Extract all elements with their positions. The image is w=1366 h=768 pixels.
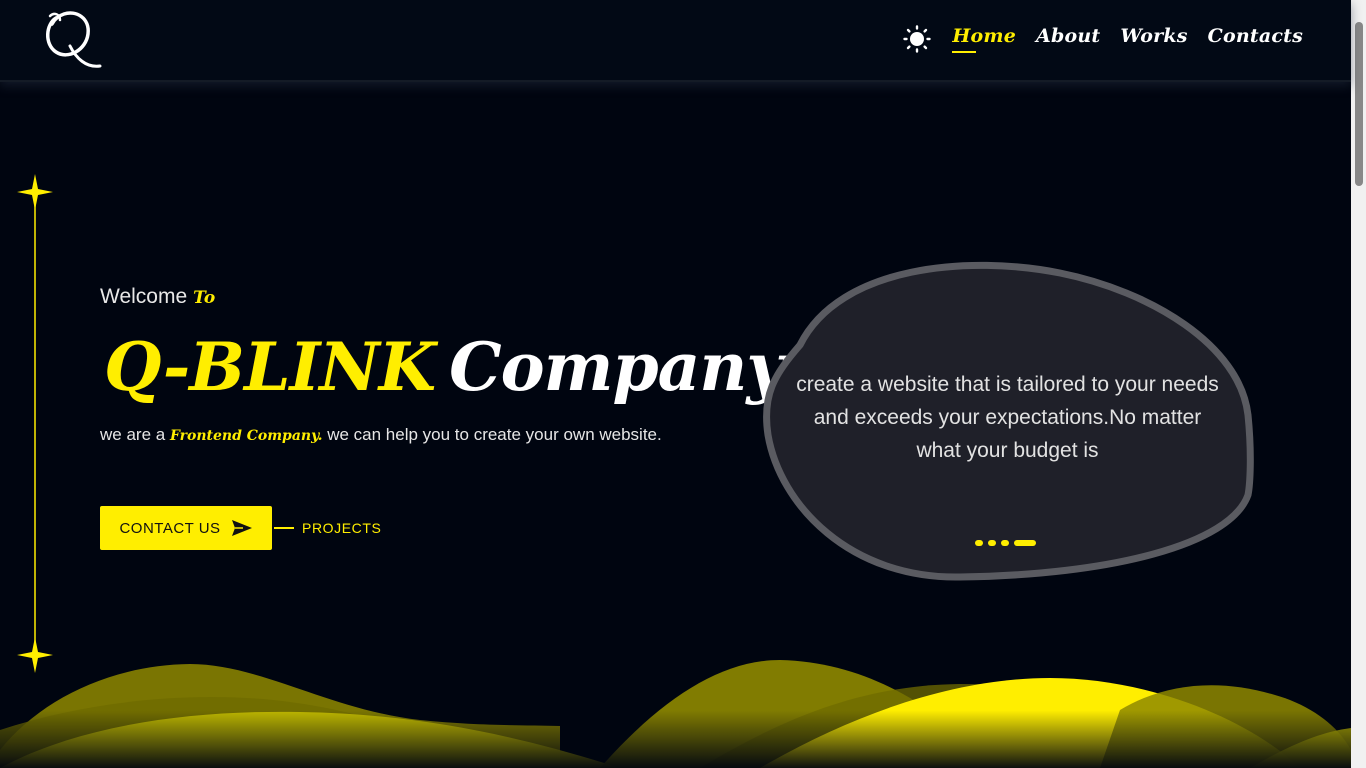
sparkle-top-icon — [17, 174, 53, 210]
nav-contacts[interactable]: Contacts — [1208, 25, 1303, 53]
send-icon — [231, 520, 252, 536]
nav-works[interactable]: Works — [1120, 25, 1187, 53]
tagline-highlight: Frontend Company. — [169, 428, 323, 444]
title-company: Company — [449, 328, 785, 406]
wave-decoration — [0, 640, 1351, 768]
tagline-start: we are a — [100, 425, 170, 444]
welcome-to: To — [193, 288, 216, 308]
projects-link[interactable]: PROJECTS — [302, 520, 381, 536]
slider-dots — [975, 540, 1036, 546]
nav-about[interactable]: About — [1036, 25, 1100, 53]
brand-name: Q-BLINK — [104, 328, 436, 406]
main-nav: Home About Works Contacts — [902, 24, 1303, 54]
slider-dot-1[interactable] — [975, 540, 983, 546]
contact-us-button[interactable]: CONTACT US — [100, 506, 272, 550]
logo[interactable] — [42, 6, 102, 72]
scrollbar-thumb[interactable] — [1355, 22, 1363, 186]
site-header: Home About Works Contacts — [0, 0, 1351, 82]
slider-dot-3[interactable] — [1001, 540, 1009, 546]
sparkle-line-decoration — [17, 174, 53, 673]
sun-icon[interactable] — [902, 24, 932, 54]
tagline: we are a Frontend Company. we can help y… — [100, 425, 720, 445]
cta-row: CONTACT US PROJECTS — [100, 506, 381, 550]
welcome-text: Welcome To — [100, 285, 720, 309]
projects-divider — [274, 527, 294, 529]
tagline-end: we can help you to create your own websi… — [322, 425, 662, 444]
page-scrollbar[interactable] — [1351, 0, 1366, 768]
nav-home[interactable]: Home — [952, 25, 1016, 53]
hero-title: Q-BLINK Company — [104, 327, 785, 407]
slider-dot-2[interactable] — [988, 540, 996, 546]
card-text: create a website that is tailored to you… — [796, 373, 1219, 462]
slider-dot-4[interactable] — [1014, 540, 1036, 546]
welcome-word: Welcome — [100, 285, 188, 308]
hero-content: Welcome To Q-BLINK Company we are a Fronte… — [100, 285, 785, 445]
contact-us-label: CONTACT US — [119, 519, 221, 537]
